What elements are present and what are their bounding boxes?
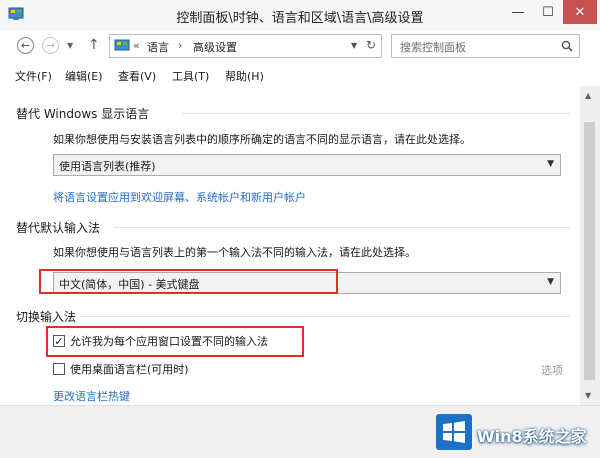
chevron-down-icon: ▼ [547,277,554,287]
address-dropdown-chevron-icon[interactable]: ▼ [351,41,357,50]
apply-to-welcome-screen-link[interactable]: 将语言设置应用到欢迎屏幕、系统帐户和新用户帐户 [53,189,306,205]
search-box[interactable]: 搜索控制面板 [391,34,580,58]
breadcrumb-item-language[interactable]: 语言 [147,39,169,55]
display-language-description: 如果你想使用与安装语言列表中的顺序所确定的语言不同的显示语言，请在此处选择。 [53,133,471,146]
switch-input-header: 切换输入法 [16,310,77,324]
menu-bar: 文件(F) 编辑(E) 查看(V) 工具(T) 帮助(H) [0,64,600,86]
search-placeholder: 搜索控制面板 [400,41,466,54]
settings-content: 替代 Windows 显示语言 如果你想使用与安装语言列表中的顺序所确定的语言不… [0,86,580,458]
chevron-down-icon: ▼ [547,159,554,169]
highlight-box [46,326,304,357]
divider [0,405,600,406]
menu-file[interactable]: 文件(F) [15,68,52,84]
menu-edit[interactable]: 编辑(E) [65,68,103,84]
section-divider [80,316,570,317]
default-input-description: 如果你想使用与语言列表上的第一个输入法不同的输入法，请在此处选择。 [53,246,416,259]
desktop-language-bar-label[interactable]: 使用桌面语言栏(可用时) [70,361,189,377]
minimize-button[interactable]: — [503,0,533,24]
menu-view[interactable]: 查看(V) [118,68,156,84]
control-panel-icon [114,39,130,51]
recent-locations-chevron-icon[interactable]: ▼ [67,41,73,50]
section-divider [114,227,570,228]
highlight-box [39,269,338,294]
watermark: Win8系统之家 [434,410,594,454]
display-language-header: 替代 Windows 显示语言 [16,107,150,121]
breadcrumb-overflow[interactable]: « [133,39,140,52]
breadcrumb-separator[interactable]: › [178,39,182,52]
display-language-value: 使用语言列表(推荐) [59,160,156,173]
scrollbar-thumb[interactable] [584,122,595,380]
navigation-bar: ← → ▼ ↑ « 语言 › 高级设置 ▼ ↻ 搜索控制面板 [0,30,600,62]
title-bar: 控制面板\时钟、语言和区域\语言\高级设置 — ☐ ✕ [0,0,600,30]
section-divider [182,113,570,114]
forward-button[interactable]: → [42,37,59,54]
language-bar-options-link[interactable]: 选项 [541,362,563,378]
address-bar[interactable]: « 语言 › 高级设置 ▼ ↻ [109,34,382,58]
vertical-scrollbar[interactable]: ▲ ▼ [580,86,600,405]
refresh-icon[interactable]: ↻ [366,38,376,52]
change-hotkeys-link[interactable]: 更改语言栏热键 [53,388,130,404]
maximize-button[interactable]: ☐ [533,0,563,24]
breadcrumb-item-advanced[interactable]: 高级设置 [193,39,237,55]
scroll-down-icon[interactable]: ▼ [585,391,591,400]
close-button[interactable]: ✕ [563,0,597,24]
desktop-language-bar-checkbox[interactable] [53,363,65,375]
back-button[interactable]: ← [17,37,34,54]
search-icon[interactable] [561,40,573,52]
menu-tools[interactable]: 工具(T) [172,68,209,84]
up-button[interactable]: ↑ [88,37,100,53]
default-input-header: 替代默认输入法 [16,221,101,235]
watermark-text: Win8系统之家 [477,427,587,446]
menu-help[interactable]: 帮助(H) [225,68,264,84]
scroll-up-icon[interactable]: ▲ [585,91,591,100]
windows-logo-icon [436,414,472,450]
display-language-select[interactable]: 使用语言列表(推荐) ▼ [53,154,561,176]
